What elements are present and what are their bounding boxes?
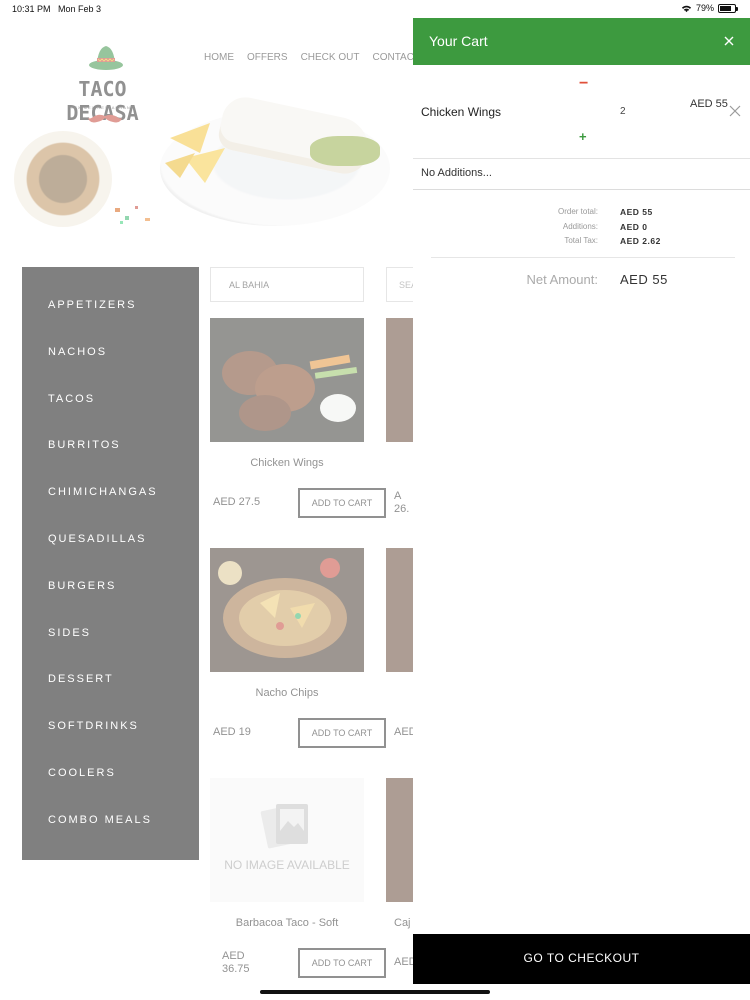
status-time: 10:31 PM [12, 4, 51, 14]
total-tax-label: Total Tax: [564, 236, 598, 245]
cart-additions[interactable]: No Additions... [413, 159, 750, 190]
order-total-value: AED 55 [620, 207, 653, 217]
net-amount-label: Net Amount: [526, 272, 598, 287]
remove-item-icon[interactable] [729, 105, 741, 117]
battery-icon [718, 3, 738, 13]
battery-percent: 79% [695, 3, 714, 13]
net-amount-value: AED 55 [620, 272, 668, 287]
additions-row: Additions: AED 0 [413, 222, 750, 236]
increase-qty-button[interactable]: + [579, 129, 587, 144]
cart-header: Your Cart [413, 18, 750, 65]
page-overlay[interactable] [0, 18, 413, 1000]
cart-item-price: AED 55 [690, 98, 728, 110]
total-tax-value: AED 2.62 [620, 236, 661, 246]
cart-title: Your Cart [429, 33, 488, 49]
order-total-label: Order total: [557, 207, 598, 216]
cart-drawer: Your Cart − Chicken Wings 2 AED 55 + No … [413, 18, 750, 1000]
cart-item-qty[interactable]: 2 [620, 106, 626, 117]
decrease-qty-button[interactable]: − [579, 75, 588, 93]
close-icon[interactable] [722, 34, 736, 48]
wifi-icon [681, 5, 692, 12]
total-tax-row: Total Tax: AED 2.62 [413, 236, 750, 250]
summary-divider [431, 257, 735, 258]
order-total-row: Order total: AED 55 [413, 207, 750, 221]
status-bar: 10:31 PM Mon Feb 3 79% [0, 0, 750, 18]
cart-item-name: Chicken Wings [421, 105, 502, 119]
additions-text: No Additions... [421, 167, 492, 179]
status-date: Mon Feb 3 [58, 4, 102, 14]
home-indicator[interactable] [260, 990, 490, 994]
additions-label: Additions: [562, 222, 598, 231]
go-to-checkout-button[interactable]: GO TO CHECKOUT [413, 934, 750, 984]
cart-item: − Chicken Wings 2 AED 55 + [413, 65, 750, 159]
additions-value: AED 0 [620, 222, 648, 232]
